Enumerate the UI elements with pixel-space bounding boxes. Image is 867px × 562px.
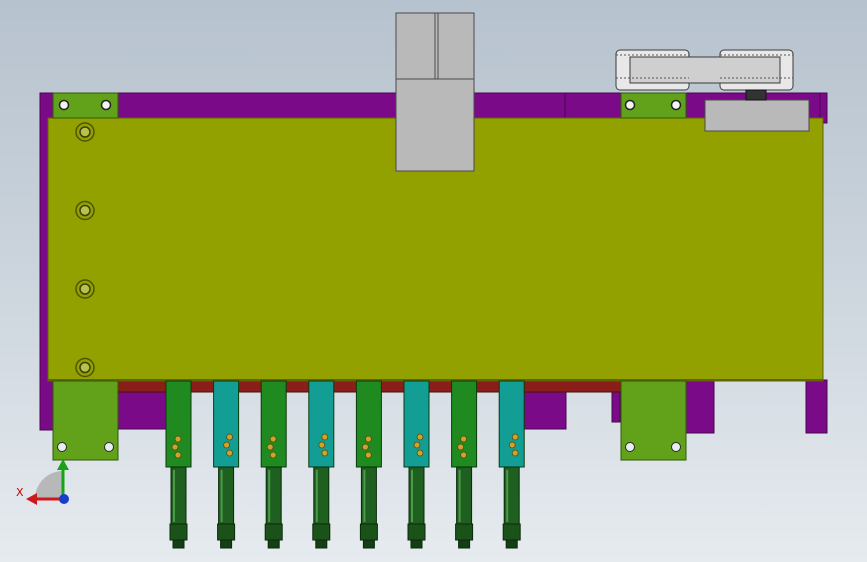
triad-z-axis-icon	[59, 494, 69, 504]
bracket-bottom-right[interactable]	[620, 380, 687, 461]
finger-hole-icon	[318, 441, 326, 449]
rod-tip	[362, 539, 375, 549]
gripper-finger	[403, 380, 430, 549]
frame-bottom-right-a	[611, 391, 621, 423]
finger-hole-icon	[416, 449, 424, 457]
gripper-fingers	[165, 380, 525, 549]
rod-collar	[359, 523, 378, 541]
rod-tip	[458, 539, 471, 549]
rod-tip	[220, 539, 233, 549]
finger-hole-icon	[171, 443, 179, 451]
finger-hole-icon	[460, 451, 468, 459]
gripper-finger	[260, 380, 287, 549]
gripper-finger	[165, 380, 192, 549]
rod-tip	[172, 539, 185, 549]
rod-collar	[407, 523, 426, 541]
triad-quarter-disc	[35, 471, 63, 499]
finger-hole-icon	[226, 449, 234, 457]
gripper-finger	[451, 380, 478, 549]
gripper-finger	[308, 380, 335, 549]
finger-hole-icon	[174, 451, 182, 459]
finger-body	[498, 380, 525, 468]
rod-tip	[267, 539, 280, 549]
triad-x-label: X	[16, 486, 24, 499]
triad-y-arrow-icon	[57, 459, 69, 470]
gripper-finger	[213, 380, 240, 549]
plate-hole-icon	[79, 204, 91, 217]
bolt-icon	[58, 99, 70, 111]
rod-collar	[502, 523, 521, 541]
finger-body	[213, 380, 240, 468]
plate-hole-icon	[79, 361, 91, 374]
finger-hole-icon	[223, 441, 231, 449]
bolt-icon	[57, 442, 67, 452]
rod-tip	[505, 539, 518, 549]
bolt-icon	[104, 442, 114, 452]
finger-hole-icon	[364, 435, 372, 443]
bracket-top-right[interactable]	[620, 92, 687, 119]
finger-hole-icon	[413, 441, 421, 449]
finger-body	[403, 380, 430, 468]
plate-hole-icon	[79, 126, 91, 138]
finger-hole-icon	[511, 449, 519, 457]
plate-hole-icon	[79, 283, 91, 295]
finger-hole-icon	[321, 449, 329, 457]
gripper-finger	[498, 380, 525, 549]
gripper-finger	[355, 380, 382, 549]
finger-hole-icon	[457, 443, 465, 451]
finger-hole-icon	[416, 433, 424, 441]
rod-collar	[455, 523, 474, 541]
finger-hole-icon	[361, 443, 369, 451]
finger-hole-icon	[266, 443, 274, 451]
bolt-icon	[625, 442, 635, 452]
pneumatic-cylinder[interactable]	[395, 12, 475, 172]
bolt-icon	[624, 99, 636, 111]
rod-collar	[264, 523, 283, 541]
finger-hole-icon	[226, 433, 234, 441]
triad-x-arrow-icon	[26, 493, 37, 505]
frame-bottom-right-c	[805, 379, 828, 434]
rod-collar	[312, 523, 331, 541]
bolt-icon	[670, 99, 682, 111]
finger-hole-icon	[321, 433, 329, 441]
rod-collar	[217, 523, 236, 541]
finger-hole-icon	[269, 451, 277, 459]
rod-tip	[315, 539, 328, 549]
bracket-bottom-left[interactable]	[52, 380, 119, 461]
finger-hole-icon	[364, 451, 372, 459]
finger-hole-icon	[269, 435, 277, 443]
cad-viewport[interactable]: X	[0, 0, 867, 562]
finger-hole-icon	[511, 433, 519, 441]
rod-collar	[169, 523, 188, 541]
bracket-top-left[interactable]	[52, 92, 119, 119]
frame-bottom-right-b	[685, 379, 715, 434]
finger-hole-icon	[508, 441, 516, 449]
finger-hole-icon	[174, 435, 182, 443]
frame-bottom-mid	[523, 391, 567, 430]
frame-bottom-left	[117, 391, 167, 430]
bolt-icon	[100, 99, 112, 111]
axis-triad[interactable]: X	[16, 459, 69, 505]
finger-body	[308, 380, 335, 468]
finger-hole-icon	[460, 435, 468, 443]
rod-tip	[410, 539, 423, 549]
bolt-icon	[671, 442, 681, 452]
